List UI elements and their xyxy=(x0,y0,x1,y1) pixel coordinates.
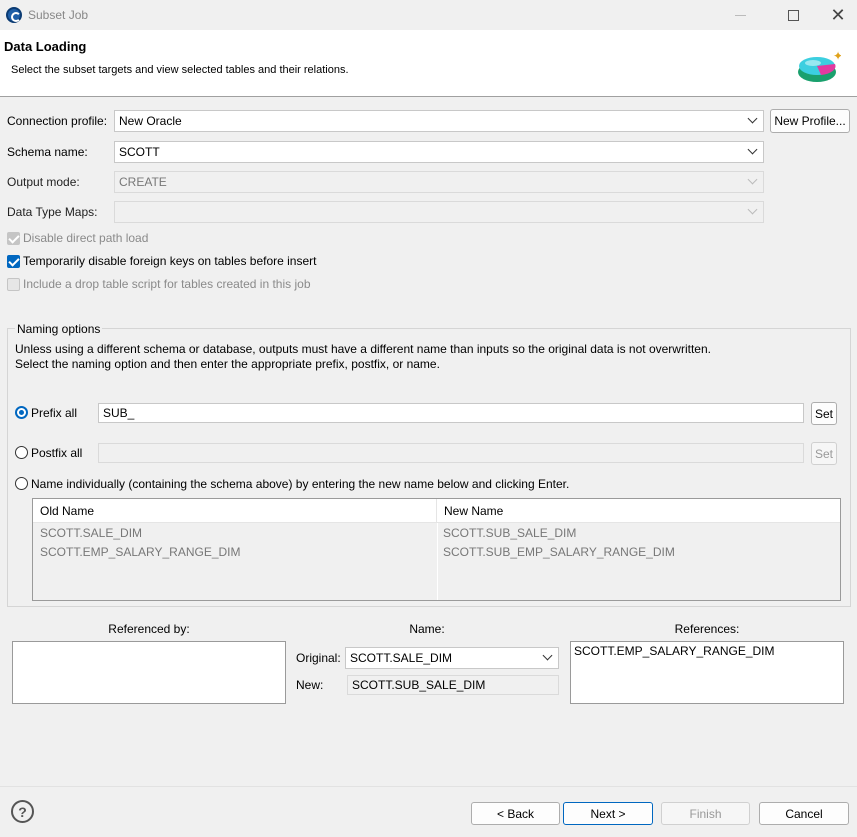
original-name-combo[interactable]: SCOTT.SALE_DIM xyxy=(345,647,559,669)
disable-foreign-keys-label: Temporarily disable foreign keys on tabl… xyxy=(23,254,317,268)
column-header-new-name[interactable]: New Name xyxy=(437,499,840,523)
minimize-button[interactable] xyxy=(717,0,763,30)
maximize-icon xyxy=(787,9,799,21)
references-list[interactable]: SCOTT.EMP_SALARY_RANGE_DIM xyxy=(570,641,844,704)
back-button[interactable]: < Back xyxy=(471,802,560,825)
referenced-by-label: Referenced by: xyxy=(108,622,190,636)
window-title: Subset Job xyxy=(28,8,89,22)
page-description: Select the subset targets and view selec… xyxy=(11,64,349,76)
footer-separator xyxy=(0,786,857,787)
database-graphic-icon: ✦ xyxy=(798,50,841,82)
disable-direct-path-label: Disable direct path load xyxy=(23,231,149,245)
list-item[interactable]: SCOTT.EMP_SALARY_RANGE_DIM xyxy=(574,644,775,658)
connection-profile-value: New Oracle xyxy=(119,114,182,128)
chevron-down-icon xyxy=(749,206,757,214)
new-profile-button[interactable]: New Profile... xyxy=(770,109,850,133)
name-individually-label: Name individually (containing the schema… xyxy=(31,477,570,491)
drop-table-script-label: Include a drop table script for tables c… xyxy=(23,277,311,291)
finish-button[interactable]: Finish xyxy=(661,802,750,825)
schema-name-label: Schema name: xyxy=(7,145,88,159)
connection-profile-label: Connection profile: xyxy=(7,114,108,128)
maximize-button[interactable] xyxy=(770,0,816,30)
old-name-cell: SCOTT.SALE_DIM xyxy=(40,526,143,540)
schema-name-combo[interactable]: SCOTT xyxy=(114,141,764,163)
new-name-cell: SCOTT.SUB_SALE_DIM xyxy=(443,526,577,540)
chevron-down-icon xyxy=(749,176,757,184)
disable-foreign-keys-checkbox[interactable] xyxy=(7,255,20,268)
new-name-cell: SCOTT.SUB_EMP_SALARY_RANGE_DIM xyxy=(443,545,675,559)
schema-name-value: SCOTT xyxy=(119,145,160,159)
app-icon xyxy=(6,7,22,23)
cancel-button[interactable]: Cancel xyxy=(759,802,849,825)
original-label: Original: xyxy=(296,651,341,665)
name-individually-radio[interactable] xyxy=(15,477,28,490)
header-banner: Data Loading Select the subset targets a… xyxy=(0,30,857,97)
close-button[interactable]: ✕ xyxy=(815,0,857,30)
original-name-value: SCOTT.SALE_DIM xyxy=(350,651,453,665)
postfix-all-label: Postfix all xyxy=(31,446,83,460)
next-button[interactable]: Next > xyxy=(563,802,653,825)
chevron-down-icon xyxy=(544,652,552,660)
title-bar: Subset Job ✕ xyxy=(0,0,857,30)
new-name-field: SCOTT.SUB_SALE_DIM xyxy=(347,675,559,695)
postfix-set-button[interactable]: Set xyxy=(811,442,837,465)
postfix-input[interactable] xyxy=(98,443,804,463)
prefix-all-radio[interactable] xyxy=(15,406,28,419)
naming-options-title: Naming options xyxy=(15,322,103,336)
connection-profile-combo[interactable]: New Oracle xyxy=(114,110,764,132)
column-header-old-name[interactable]: Old Name xyxy=(33,499,437,523)
references-label: References: xyxy=(674,622,740,636)
drop-table-script-checkbox[interactable] xyxy=(7,278,20,291)
table-row[interactable]: SCOTT.SALE_DIM SCOTT.SUB_SALE_DIM xyxy=(33,523,840,542)
postfix-all-radio[interactable] xyxy=(15,446,28,459)
minimize-icon xyxy=(734,14,746,16)
output-mode-label: Output mode: xyxy=(7,175,80,189)
prefix-all-label: Prefix all xyxy=(31,406,78,420)
prefix-input[interactable]: SUB_ xyxy=(98,403,804,423)
chevron-down-icon xyxy=(749,115,757,123)
disable-direct-path-checkbox[interactable] xyxy=(7,232,20,245)
naming-description-line2: Select the naming option and then enter … xyxy=(15,357,440,371)
data-type-maps-combo[interactable] xyxy=(114,201,764,223)
output-mode-combo[interactable]: CREATE xyxy=(114,171,764,193)
table-row[interactable]: SCOTT.EMP_SALARY_RANGE_DIM SCOTT.SUB_EMP… xyxy=(33,542,840,561)
prefix-set-button[interactable]: Set xyxy=(811,402,837,425)
new-label: New: xyxy=(296,678,324,692)
name-label: Name: xyxy=(409,622,445,636)
close-icon: ✕ xyxy=(830,4,846,25)
naming-options-description: Unless using a different schema or datab… xyxy=(15,342,711,372)
old-name-cell: SCOTT.EMP_SALARY_RANGE_DIM xyxy=(40,545,241,559)
data-type-maps-label: Data Type Maps: xyxy=(7,205,98,219)
page-title: Data Loading xyxy=(4,39,87,54)
output-mode-value: CREATE xyxy=(119,175,167,189)
rename-table: Old Name New Name SCOTT.SALE_DIM SCOTT.S… xyxy=(32,498,841,601)
help-icon[interactable]: ? xyxy=(11,800,34,823)
chevron-down-icon xyxy=(749,146,757,154)
naming-description-line1: Unless using a different schema or datab… xyxy=(15,342,711,356)
referenced-by-list[interactable] xyxy=(12,641,286,704)
svg-text:✦: ✦ xyxy=(833,50,841,63)
